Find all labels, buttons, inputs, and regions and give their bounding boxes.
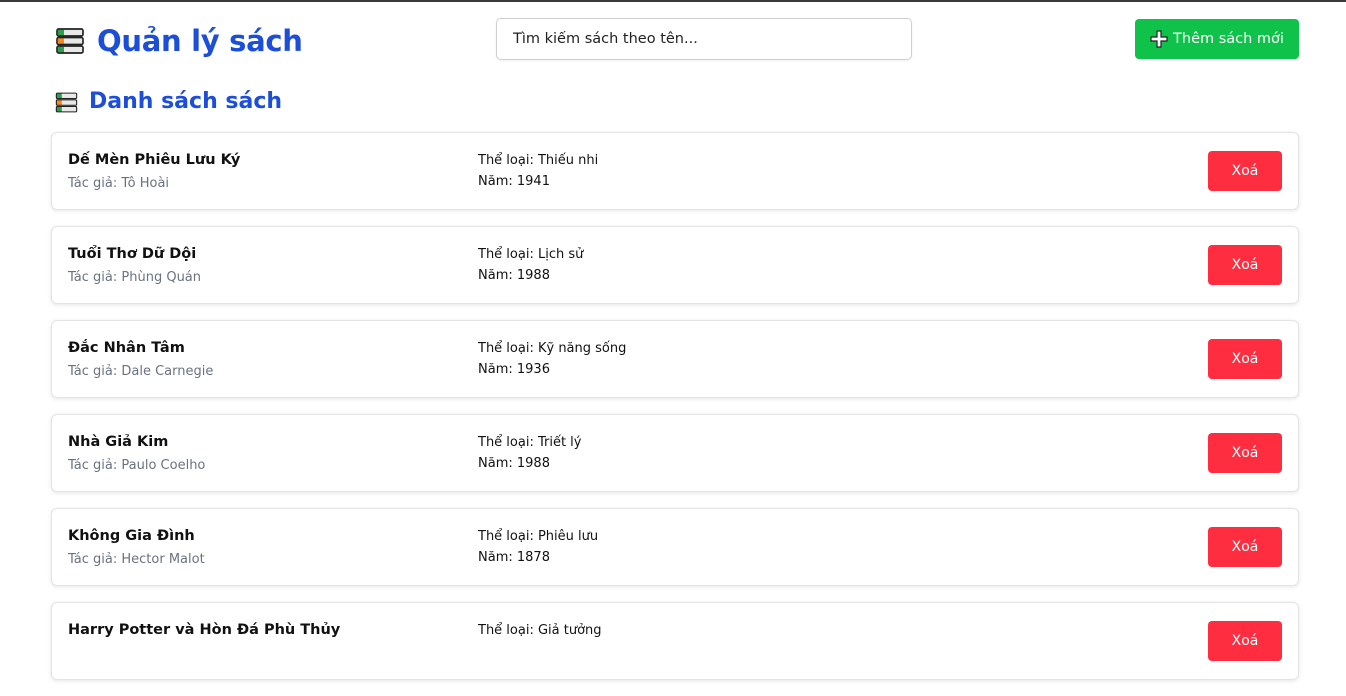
add-book-button-label: Thêm sách mới [1173, 31, 1284, 47]
books-stack-icon [56, 28, 84, 54]
book-card: Không Gia Đình Tác giả: Hector Malot Thể… [51, 508, 1299, 586]
book-genre: Thể loại: Thiếu nhi [478, 153, 599, 168]
brand: Quản lý sách [54, 24, 303, 58]
delete-button[interactable]: Xoá [1208, 245, 1282, 285]
book-title: Dế Mèn Phiêu Lưu Ký [68, 152, 241, 168]
book-author: Tác giả: Tô Hoài [68, 176, 170, 191]
book-card: Harry Potter và Hòn Đá Phù Thủy Thể loại… [51, 602, 1299, 680]
book-list: Dế Mèn Phiêu Lưu Ký Tác giả: Tô Hoài Thể… [51, 132, 1299, 696]
delete-button[interactable]: Xoá [1208, 151, 1282, 191]
book-year: Năm: 1988 [478, 268, 550, 283]
book-title: Nhà Giả Kim [68, 434, 169, 450]
book-card: Đắc Nhân Tâm Tác giả: Dale Carnegie Thể … [51, 320, 1299, 398]
search-input[interactable] [496, 18, 912, 60]
book-author: Tác giả: Phùng Quán [68, 270, 202, 285]
book-genre: Thể loại: Lịch sử [478, 247, 584, 262]
section-title: Danh sách sách [89, 89, 283, 114]
book-card: Nhà Giả Kim Tác giả: Paulo Coelho Thể lo… [51, 414, 1299, 492]
book-author: Tác giả: Dale Carnegie [68, 364, 214, 379]
book-genre: Thể loại: Kỹ năng sống [478, 341, 627, 356]
book-author: Tác giả: Hector Malot [68, 552, 205, 567]
book-genre: Thể loại: Triết lý [478, 435, 582, 450]
delete-button[interactable]: Xoá [1208, 621, 1282, 661]
book-title: Tuổi Thơ Dữ Dội [68, 246, 197, 262]
plus-icon [1150, 30, 1168, 48]
delete-button[interactable]: Xoá [1208, 433, 1282, 473]
book-title: Đắc Nhân Tâm [68, 340, 185, 356]
delete-button[interactable]: Xoá [1208, 527, 1282, 567]
book-author: Tác giả: Paulo Coelho [68, 458, 206, 473]
book-year: Năm: 1988 [478, 456, 550, 471]
book-card: Dế Mèn Phiêu Lưu Ký Tác giả: Tô Hoài Thể… [51, 132, 1299, 210]
add-book-button[interactable]: Thêm sách mới [1135, 19, 1299, 59]
book-card: Tuổi Thơ Dữ Dội Tác giả: Phùng Quán Thể … [51, 226, 1299, 304]
delete-button[interactable]: Xoá [1208, 339, 1282, 379]
book-title: Không Gia Đình [68, 528, 195, 544]
book-year: Năm: 1936 [478, 362, 550, 377]
book-genre: Thể loại: Phiêu lưu [478, 529, 599, 544]
book-year: Năm: 1941 [478, 174, 550, 189]
book-year: Năm: 1878 [478, 550, 550, 565]
books-stack-icon [55, 92, 78, 112]
page-title: Quản lý sách [97, 24, 303, 58]
app-header: Quản lý sách Thêm sách mới [0, 0, 1346, 80]
section-heading: Danh sách sách [54, 88, 282, 116]
